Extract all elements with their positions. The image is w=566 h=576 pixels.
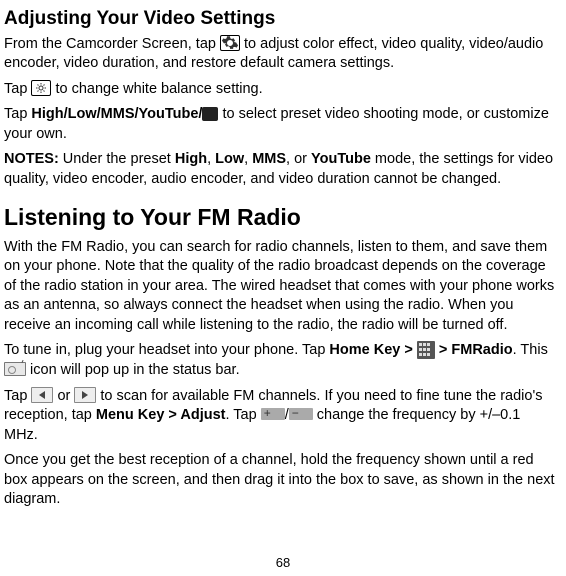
text: Under the preset [59,151,175,167]
text: icon will pop up in the status bar. [30,362,240,378]
mode-mms: MMS [252,151,286,167]
para-fm-2: To tune in, plug your headset into your … [4,341,558,380]
heading-video-settings: Adjusting Your Video Settings [4,6,558,32]
mode-high: High [175,151,207,167]
text: Tap [4,106,31,122]
preset-modes-label: High/Low/MMS/YouTube/ [31,106,202,122]
para-fm-1: With the FM Radio, you can search for ra… [4,238,558,336]
app-grid-icon [417,341,435,359]
text: . This [513,342,548,358]
mode-low: Low [215,151,244,167]
para-video-2: Tap to change white balance setting. [4,80,558,100]
scan-right-icon [74,387,96,403]
nav-home-key: Home Key > [329,342,416,358]
text: Tap [4,81,31,97]
para-video-3: Tap High/Low/MMS/YouTube/ to select pres… [4,105,558,144]
text: Tap [4,388,31,404]
para-fm-4: Once you get the best reception of a cha… [4,451,558,510]
text: From the Camcorder Screen, tap [4,36,220,52]
radio-status-icon [4,362,26,376]
notes-label: NOTES: [4,151,59,167]
mode-youtube: YouTube [311,151,371,167]
nav-fmradio: > FMRadio [439,342,513,358]
text: , [244,151,252,167]
para-notes: NOTES: Under the preset High, Low, MMS, … [4,150,558,189]
scan-left-icon [31,387,53,403]
custom-mode-icon [202,107,218,121]
text: , [207,151,215,167]
white-balance-icon [31,80,51,96]
text: To tune in, plug your headset into your … [4,342,329,358]
para-fm-3: Tap or to scan for available FM channels… [4,387,558,446]
freq-up-icon [261,408,285,420]
text: to change white balance setting. [55,81,262,97]
heading-fm-radio: Listening to Your FM Radio [4,202,558,233]
text: . Tap [226,407,261,423]
text: , or [286,151,311,167]
nav-menu-adjust: Menu Key > Adjust [96,407,226,423]
para-video-1: From the Camcorder Screen, tap to adjust… [4,35,558,74]
settings-gear-icon [220,35,240,51]
page-number: 68 [0,554,566,572]
text: or [57,388,74,404]
freq-down-icon [289,408,313,420]
